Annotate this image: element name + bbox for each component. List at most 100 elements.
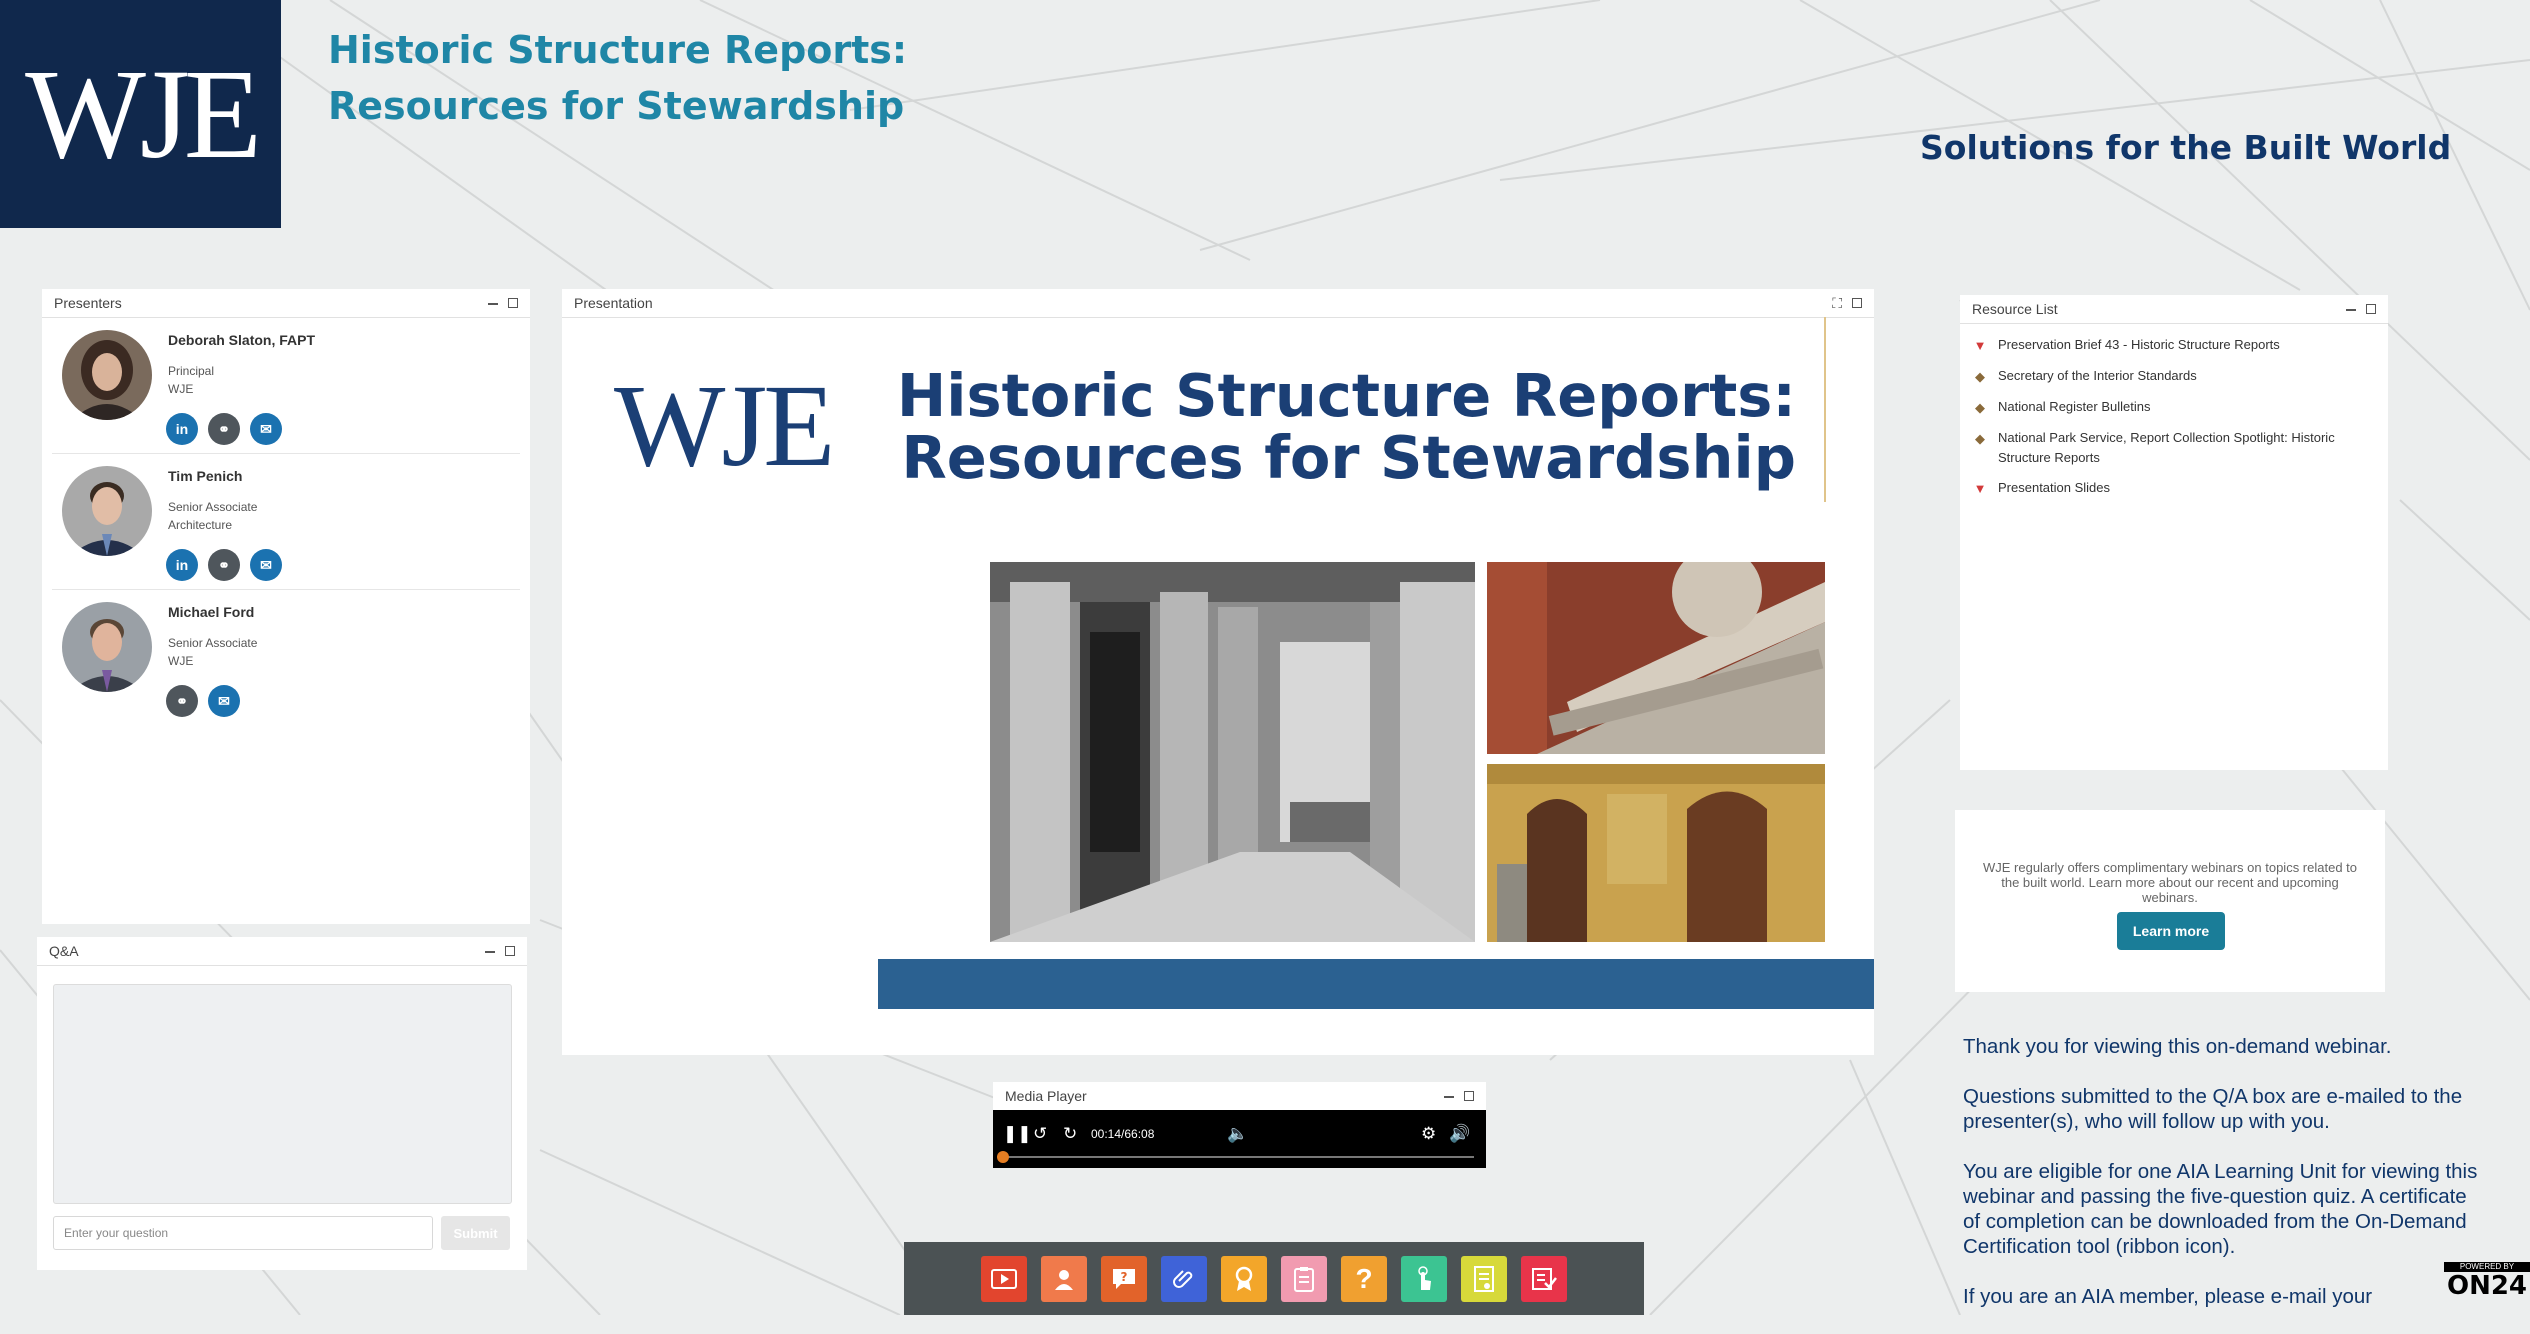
question-bubble-icon: ?: [1113, 1268, 1135, 1289]
submit-button[interactable]: Submit: [441, 1216, 510, 1250]
engagement-toolbar: ? ?: [904, 1242, 1644, 1315]
question-icon: ?: [1355, 1262, 1373, 1294]
link-icon[interactable]: ⚭: [208, 413, 240, 445]
presentation-panel-title: Presentation: [574, 295, 653, 311]
media-player-title: Media Player: [1005, 1088, 1087, 1104]
resource-item[interactable]: ▼ Preservation Brief 43 - Historic Struc…: [1960, 330, 2388, 361]
slide: WJE Historic Structure Reports: Resource…: [562, 317, 1874, 1077]
promo-panel: WJE regularly offers complimentary webin…: [1955, 810, 2385, 992]
resource-item[interactable]: ◆ Secretary of the Interior Standards: [1960, 361, 2388, 392]
presenter-name: Deborah Slaton, FAPT: [168, 332, 316, 348]
seek-handle[interactable]: [996, 1151, 1009, 1163]
presenter-org: WJE: [168, 382, 194, 396]
interact-tool[interactable]: [1401, 1255, 1447, 1302]
presenters-tool[interactable]: [1041, 1255, 1087, 1302]
maximize-icon[interactable]: [2366, 304, 2376, 314]
minimize-icon[interactable]: [2346, 309, 2356, 311]
doors-photo: [1487, 764, 1825, 942]
resource-item[interactable]: ◆ National Register Bulletins: [1960, 392, 2388, 423]
presenters-panel-header[interactable]: Presenters: [42, 289, 530, 318]
resource-label[interactable]: National Park Service, Report Collection…: [1998, 428, 2376, 468]
mail-icon[interactable]: ✉: [250, 413, 282, 445]
link-icon[interactable]: ⚭: [208, 549, 240, 581]
learn-more-button[interactable]: Learn more: [2117, 912, 2225, 950]
fullscreen-icon[interactable]: ⛶: [1832, 296, 1842, 310]
presenter-name: Michael Ford: [168, 604, 255, 620]
on24-label: ON24: [2446, 1271, 2528, 1301]
time-readout: 00:14/66:08: [1091, 1127, 1155, 1141]
mail-icon[interactable]: ✉: [250, 549, 282, 581]
resource-panel-title: Resource List: [1972, 301, 2058, 317]
promo-text: WJE regularly offers complimentary webin…: [1982, 860, 2358, 905]
presenter-org: Architecture: [168, 518, 233, 532]
notes-tool[interactable]: [1281, 1255, 1327, 1302]
pdf-icon: ▼: [1973, 338, 1987, 353]
resource-label[interactable]: Secretary of the Interior Standards: [1998, 366, 2197, 386]
media-player-header[interactable]: Media Player: [993, 1082, 1486, 1111]
maximize-icon[interactable]: [1852, 298, 1862, 308]
minimize-icon[interactable]: [1444, 1096, 1454, 1098]
rewind-icon[interactable]: ↺: [1033, 1124, 1047, 1144]
qa-panel-header[interactable]: Q&A: [37, 937, 527, 966]
qa-panel-title: Q&A: [49, 943, 79, 959]
maximize-icon[interactable]: [508, 298, 518, 308]
pause-icon[interactable]: ❚❚: [1003, 1124, 1032, 1144]
minimize-icon[interactable]: [485, 951, 495, 953]
survey-tool[interactable]: [1461, 1255, 1507, 1302]
presenters-panel: Presenters Deborah Slaton, FAPT Principa…: [42, 289, 530, 924]
thanks-paragraph: Questions submitted to the Q/A box are e…: [1963, 1085, 2463, 1133]
linkedin-icon[interactable]: in: [166, 413, 198, 445]
media-player-panel: Media Player ❚❚ ↺ ↻ 00:14/66:08 🔈 ⚙ 🔊: [993, 1082, 1486, 1168]
thanks-paragraph: Thank you for viewing this on-demand web…: [1963, 1035, 2392, 1058]
presenter-role: Senior Associate: [168, 500, 258, 514]
maximize-icon[interactable]: [1464, 1091, 1474, 1101]
person-icon: [1055, 1269, 1073, 1290]
presenter-role: Senior Associate: [168, 636, 258, 650]
resource-label[interactable]: Preservation Brief 43 - Historic Structu…: [1998, 335, 2280, 355]
resource-label[interactable]: Presentation Slides: [1998, 478, 2110, 498]
pdf-icon: ▼: [1973, 481, 1987, 496]
tagline: Solutions for the Built World: [1920, 128, 2452, 167]
presenter-card: Michael Ford Senior Associate WJE ⚭ ✉: [52, 590, 520, 725]
volume-icon[interactable]: 🔊: [1449, 1124, 1470, 1144]
presenter-role: Principal: [168, 364, 215, 378]
paperclip-icon: [1173, 1269, 1193, 1288]
linkedin-icon[interactable]: in: [166, 549, 198, 581]
page-title-line-1: Historic Structure Reports:: [328, 28, 908, 72]
forward-icon[interactable]: ↻: [1063, 1124, 1077, 1144]
resource-panel-header[interactable]: Resource List: [1960, 295, 2388, 324]
document-icon: [1474, 1265, 1494, 1292]
slide-title: Historic Structure Reports: Resources fo…: [897, 365, 1796, 489]
slide-footer-bar: [878, 959, 1874, 1009]
certificate-tool[interactable]: [1221, 1255, 1267, 1302]
resource-label[interactable]: National Register Bulletins: [1998, 397, 2150, 417]
qa-panel: Q&A Enter your question Submit: [37, 937, 527, 1270]
slide-title-line-2: Resources for Stewardship: [901, 423, 1796, 492]
building-facade-photo: [1487, 562, 1825, 754]
mail-icon[interactable]: ✉: [208, 685, 240, 717]
quiz-tool[interactable]: [1521, 1255, 1567, 1302]
svg-text:?: ?: [1121, 1270, 1128, 1284]
presenter-org: WJE: [168, 654, 194, 668]
avatar: [62, 602, 152, 692]
question-input[interactable]: Enter your question: [53, 1216, 433, 1250]
maximize-icon[interactable]: [505, 946, 515, 956]
play-icon: [991, 1268, 1017, 1289]
resource-item[interactable]: ◆ National Park Service, Report Collecti…: [1960, 423, 2388, 473]
presentation-panel-header[interactable]: Presentation ⛶: [562, 289, 1874, 318]
media-player-tool[interactable]: [981, 1255, 1027, 1302]
settings-gear-icon[interactable]: ⚙: [1421, 1124, 1436, 1144]
qa-tool[interactable]: ?: [1101, 1255, 1147, 1302]
resources-tool[interactable]: [1161, 1255, 1207, 1302]
seek-bar[interactable]: [996, 1151, 1474, 1163]
presenter-card: Deborah Slaton, FAPT Principal WJE in ⚭ …: [52, 318, 520, 454]
presenter-name: Tim Penich: [168, 468, 243, 484]
checklist-icon: [1532, 1267, 1557, 1290]
link-icon[interactable]: ⚭: [166, 685, 198, 717]
slide-title-line-1: Historic Structure Reports:: [896, 361, 1796, 430]
resource-list-panel: Resource List ▼ Preservation Brief 43 - …: [1960, 295, 2388, 770]
minimize-icon[interactable]: [488, 303, 498, 305]
resource-item[interactable]: ▼ Presentation Slides: [1960, 473, 2388, 504]
pointer-icon: [1418, 1265, 1431, 1290]
help-tool[interactable]: ?: [1341, 1255, 1387, 1302]
